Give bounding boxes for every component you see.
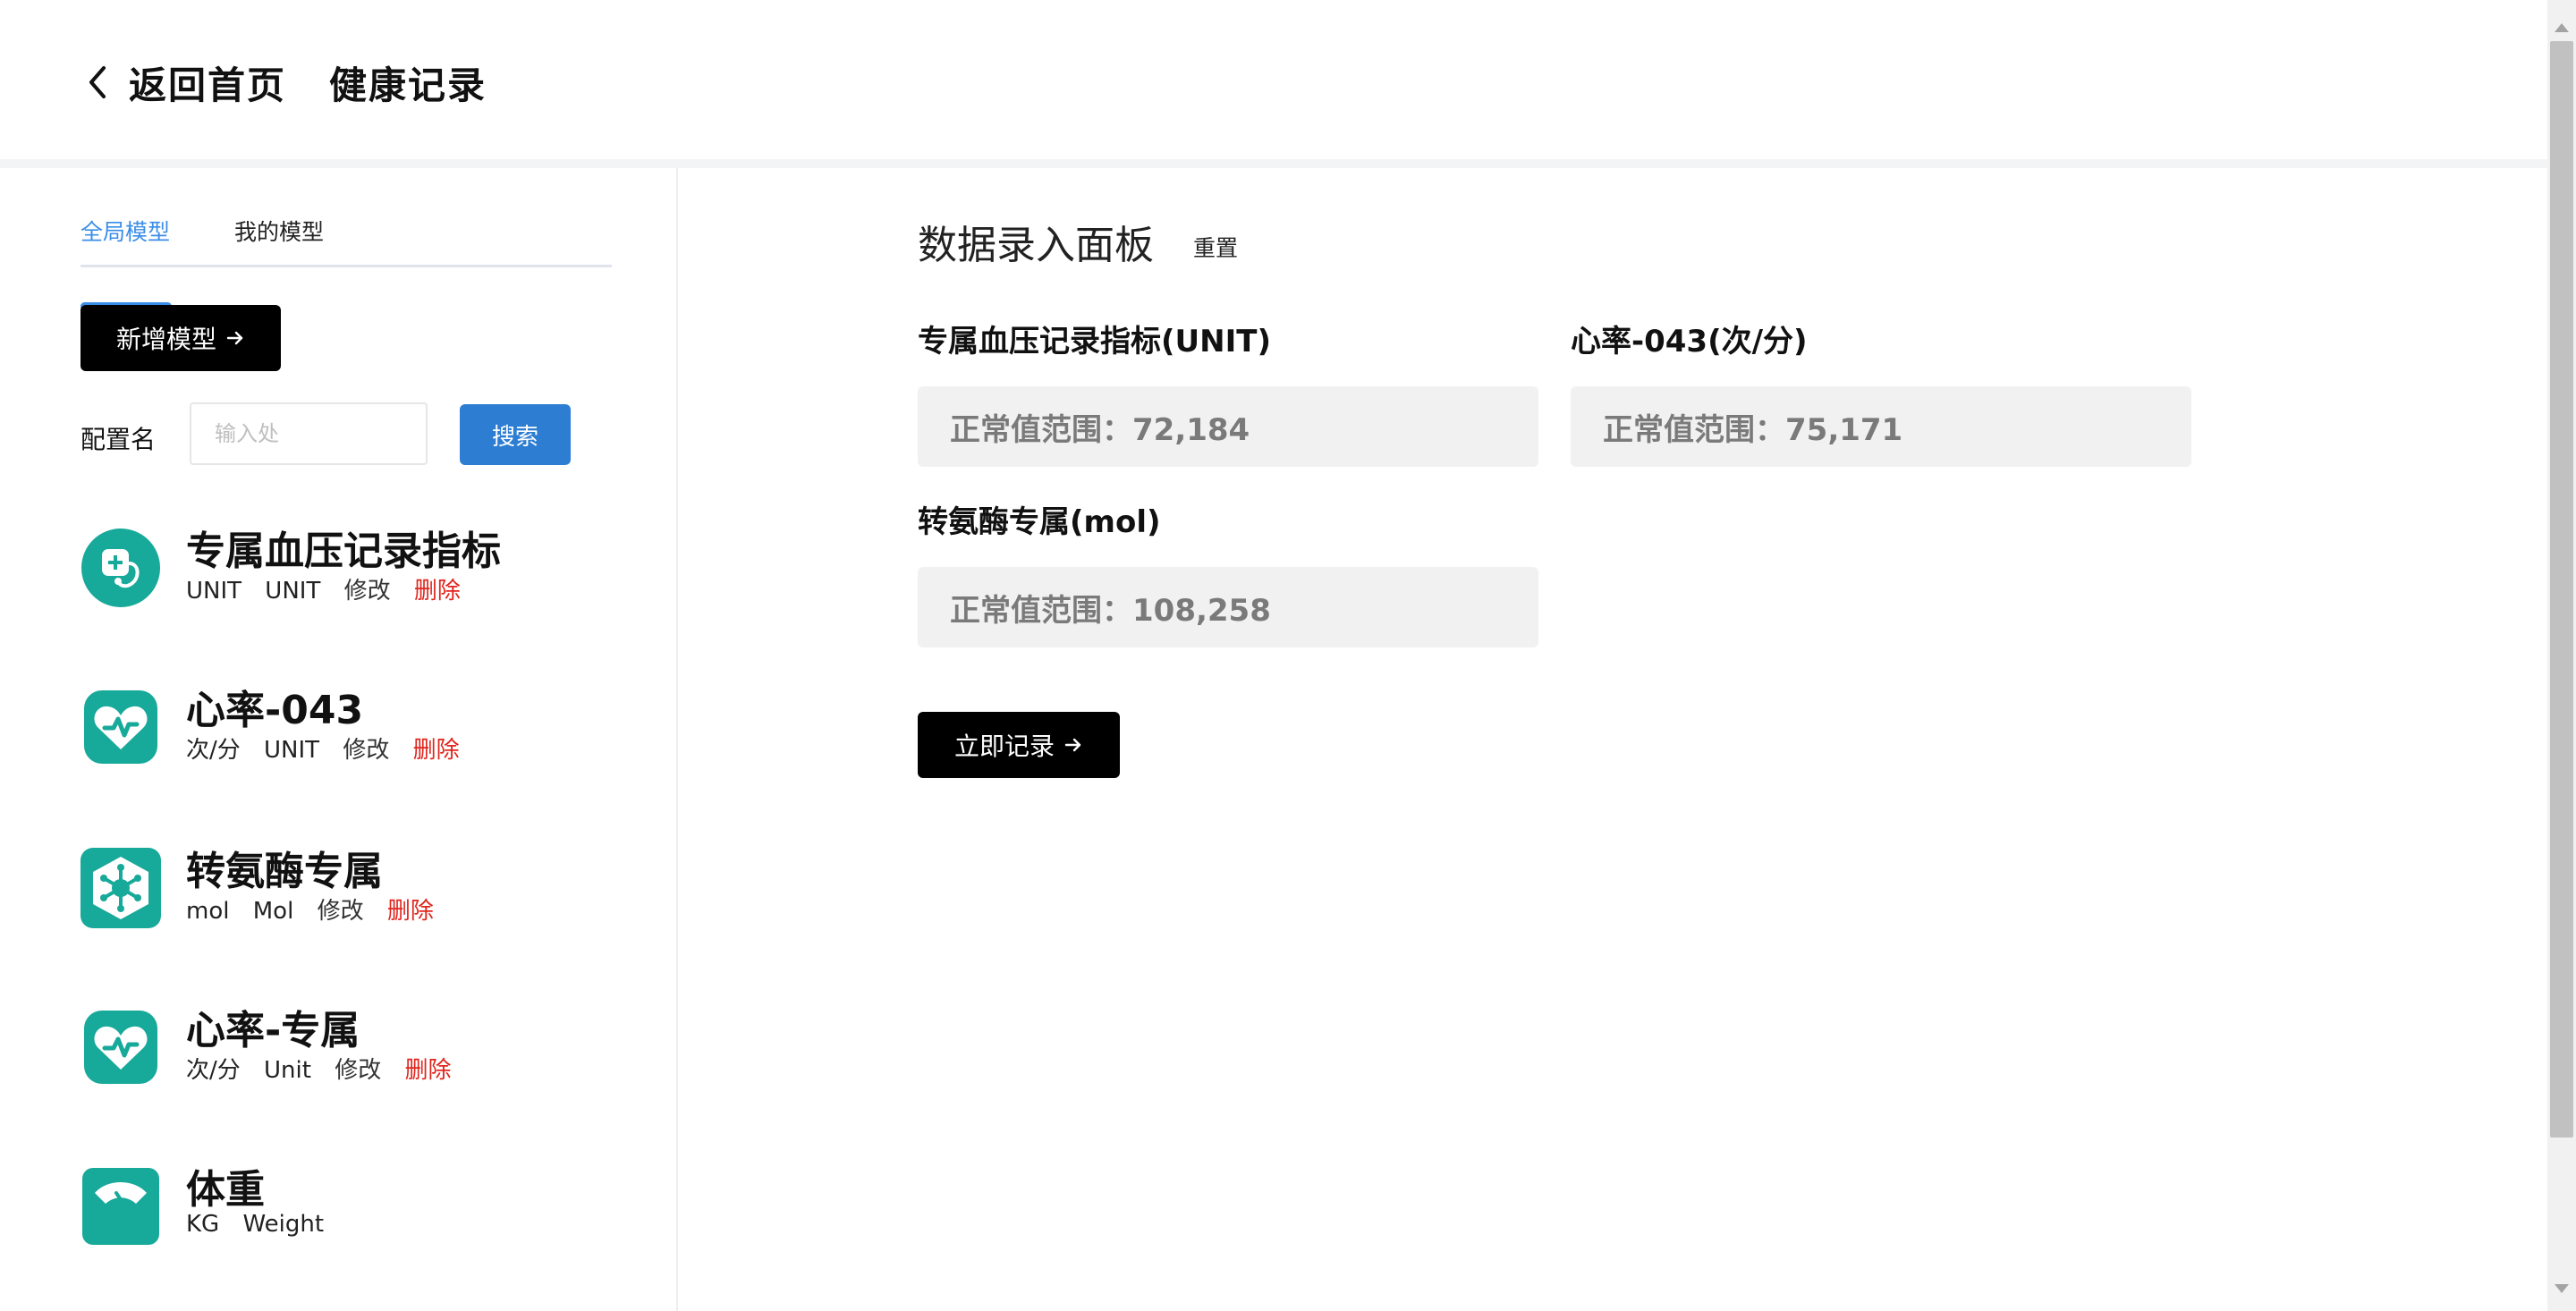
delete-link[interactable]: 删除: [413, 737, 460, 764]
model-item-heart-rate-exclusive[interactable]: 心率-专属 次/分 Unit 修改 删除: [80, 998, 617, 1105]
model-unit-alt: Weight: [242, 1211, 325, 1238]
arrow-right-icon: [1064, 738, 1081, 752]
model-unit: 次/分: [186, 737, 241, 764]
heart-rate-icon: [84, 1011, 157, 1084]
panel-title: 数据录入面板: [918, 223, 1154, 268]
sidebar: 全局模型 我的模型 新增模型 配置名 搜索 专属血压记录指标 UNIT UNIT…: [0, 168, 678, 1311]
model-tabs: 全局模型 我的模型: [80, 215, 612, 310]
heart-rate-icon: [84, 690, 157, 764]
model-meta: mol Mol 修改 删除: [186, 892, 450, 926]
model-meta: KG Weight: [186, 1211, 340, 1238]
search-button[interactable]: 搜索: [460, 404, 571, 465]
model-item-weight[interactable]: 体重 KG Weight: [80, 1157, 617, 1264]
model-unit-alt: UNIT: [265, 578, 321, 605]
record-now-button[interactable]: 立即记录: [918, 712, 1120, 778]
model-unit: UNIT: [186, 578, 242, 605]
model-title: 心率-专属: [186, 1008, 360, 1053]
model-unit: 次/分: [186, 1057, 241, 1084]
delete-link[interactable]: 删除: [387, 898, 434, 925]
model-unit-alt: UNIT: [264, 737, 320, 764]
arrow-right-icon: [226, 331, 243, 345]
field-label-blood-pressure: 专属血压记录指标(UNIT): [918, 324, 1271, 359]
add-model-label: 新增模型: [115, 325, 216, 354]
config-name-label: 配置名: [80, 425, 157, 454]
scale-icon: [82, 1168, 159, 1245]
field-input-heart-rate[interactable]: 正常值范围：75,171: [1571, 386, 2191, 467]
model-unit: KG: [186, 1211, 220, 1238]
config-name-input[interactable]: [190, 402, 428, 465]
tab-my-models[interactable]: 我的模型: [234, 215, 324, 247]
add-model-button[interactable]: 新增模型: [80, 305, 281, 371]
field-input-transaminase[interactable]: 正常值范围：108,258: [918, 567, 1538, 647]
record-now-label: 立即记录: [953, 732, 1055, 761]
tab-global-models[interactable]: 全局模型: [80, 215, 170, 247]
field-label-heart-rate: 心率-043(次/分): [1571, 324, 1808, 359]
page-title: 健康记录: [329, 63, 487, 107]
edit-link[interactable]: 修改: [335, 1057, 381, 1084]
model-title: 心率-043: [186, 688, 364, 733]
edit-link[interactable]: 修改: [344, 578, 391, 605]
model-meta: 次/分 UNIT 修改 删除: [186, 732, 476, 765]
scroll-down-arrow-icon[interactable]: [2555, 1284, 2569, 1293]
model-title: 体重: [186, 1167, 265, 1213]
model-meta: UNIT UNIT 修改 删除: [186, 572, 477, 605]
model-unit: mol: [186, 898, 230, 925]
scroll-up-arrow-icon[interactable]: [2555, 23, 2569, 32]
delete-link[interactable]: 删除: [414, 578, 461, 605]
header: 返回首页 健康记录: [0, 0, 2547, 159]
blood-pressure-icon: [81, 529, 160, 607]
model-unit-alt: Mol: [252, 898, 294, 925]
chevron-left-icon[interactable]: [84, 64, 111, 100]
edit-link[interactable]: 修改: [343, 737, 389, 764]
reset-button[interactable]: 重置: [1193, 231, 1238, 263]
field-label-transaminase: 转氨酶专属(mol): [918, 504, 1161, 540]
model-item-transaminase[interactable]: 转氨酶专属 mol Mol 修改 删除: [80, 839, 617, 946]
header-divider: [0, 159, 2547, 168]
model-meta: 次/分 Unit 修改 删除: [186, 1052, 468, 1085]
field-input-blood-pressure[interactable]: 正常值范围：72,184: [918, 386, 1538, 467]
model-unit-alt: Unit: [264, 1057, 311, 1084]
model-item-heart-rate-043[interactable]: 心率-043 次/分 UNIT 修改 删除: [80, 678, 617, 785]
model-title: 转氨酶专属: [186, 849, 383, 894]
scrollbar-thumb[interactable]: [2550, 41, 2573, 1138]
model-title: 专属血压记录指标: [186, 529, 501, 574]
model-item-blood-pressure[interactable]: 专属血压记录指标 UNIT UNIT 修改 删除: [80, 519, 617, 626]
back-home-link[interactable]: 返回首页: [129, 55, 286, 110]
edit-link[interactable]: 修改: [318, 898, 364, 925]
delete-link[interactable]: 删除: [405, 1057, 452, 1084]
molecule-icon: [80, 848, 161, 928]
